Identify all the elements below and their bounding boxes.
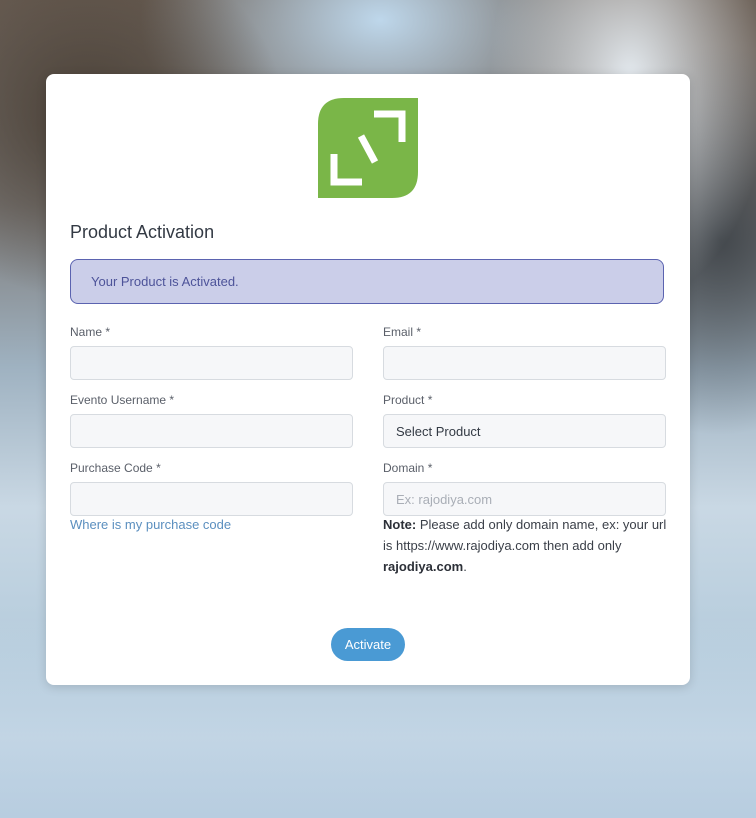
- activate-button[interactable]: Activate: [331, 628, 405, 661]
- email-label: Email *: [383, 325, 422, 339]
- purchase-code-help-link[interactable]: Where is my purchase code: [70, 517, 231, 532]
- page-title: Product Activation: [70, 222, 215, 242]
- name-label: Name *: [70, 325, 111, 339]
- alert-message: Your Product is Activated.: [91, 274, 239, 289]
- note-suffix: .: [463, 559, 467, 574]
- product-label: Product *: [383, 393, 433, 407]
- note-text: Please add only domain name, ex: your ur…: [383, 517, 667, 553]
- username-label: Evento Username *: [70, 393, 175, 407]
- product-select[interactable]: Select Product: [383, 414, 666, 448]
- username-input[interactable]: [70, 414, 353, 448]
- domain-input[interactable]: [383, 482, 666, 516]
- success-alert: Your Product is Activated.: [70, 259, 664, 304]
- note-example: rajodiya.com: [383, 559, 464, 574]
- domain-note: Note: Please add only domain name, ex: y…: [383, 514, 668, 577]
- domain-label: Domain *: [383, 461, 433, 475]
- name-input[interactable]: [70, 346, 353, 380]
- purchase-code-input[interactable]: [70, 482, 353, 516]
- brand-logo: [318, 98, 418, 198]
- product-select-value: Select Product: [396, 423, 481, 439]
- activation-card: Product Activation Your Product is Activ…: [46, 74, 690, 685]
- note-prefix: Note:: [383, 517, 417, 532]
- purchase-code-label: Purchase Code *: [70, 461, 161, 475]
- email-input[interactable]: [383, 346, 666, 380]
